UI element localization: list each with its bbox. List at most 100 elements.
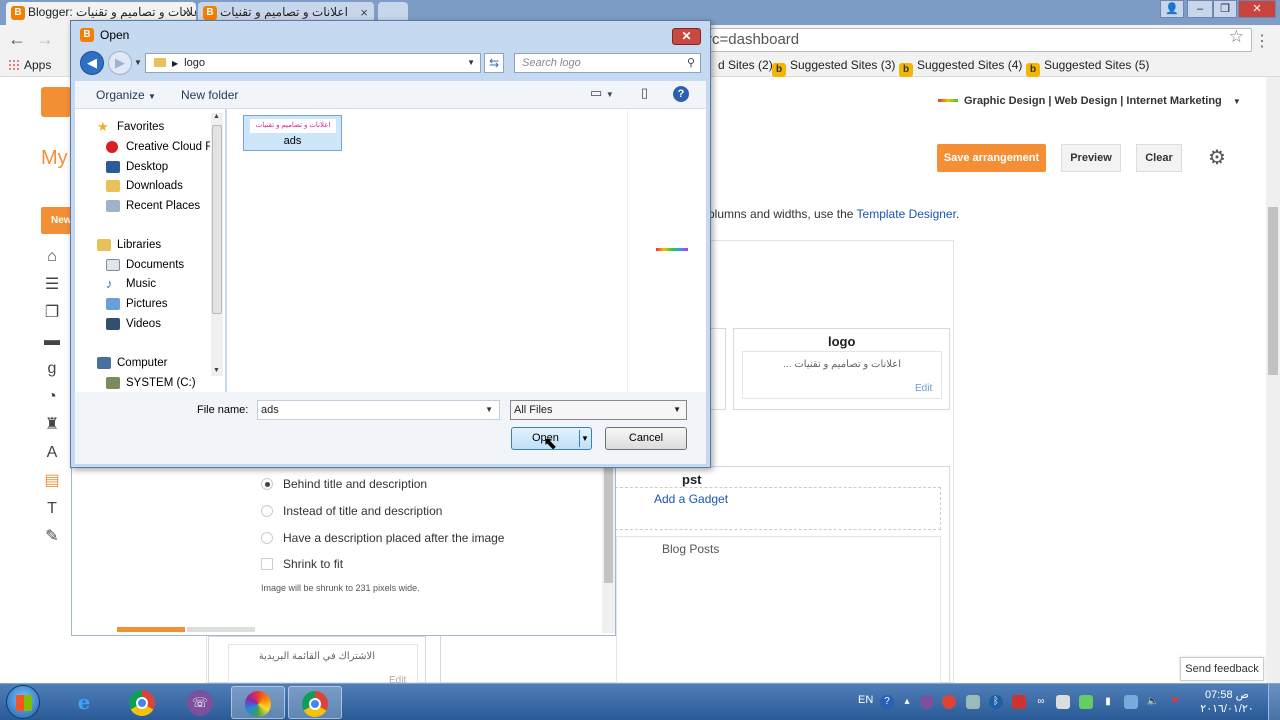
nav-recent-places[interactable]: Recent Places (126, 200, 200, 212)
gear-icon[interactable]: ⚙ (1208, 145, 1226, 170)
refresh-icon[interactable]: ⇆ (484, 53, 504, 73)
add-gadget-link[interactable]: Add a Gadget (654, 492, 728, 506)
preview-pane-icon[interactable]: ▯ (641, 85, 648, 101)
google-plus-icon[interactable]: g (42, 359, 62, 379)
flag-icon[interactable]: ⚑ (1168, 695, 1182, 709)
cancel-button[interactable]: Cancel (605, 427, 687, 450)
blog-posts-gadget[interactable]: Blog Posts (616, 536, 941, 683)
send-feedback-button[interactable]: Send feedback (1180, 657, 1264, 681)
save-arrangement-button[interactable]: Save arrangement (937, 144, 1046, 172)
page-scrollbar[interactable] (1266, 77, 1280, 683)
taskbar-picasa[interactable] (231, 686, 285, 719)
earnings-icon[interactable]: ♜ (42, 415, 62, 435)
taskbar-chrome[interactable] (115, 686, 169, 719)
search-input[interactable]: Search logo ⚲ (514, 53, 701, 73)
nav-pane-scrollbar[interactable]: ▲ ▼ (211, 113, 223, 376)
settings-wrench-icon[interactable]: ✎ (42, 527, 62, 547)
nav-scroll-thumb[interactable] (212, 125, 222, 314)
viber-tray-icon[interactable] (920, 695, 934, 709)
nav-libraries[interactable]: Libraries (117, 239, 161, 251)
open-options-dropdown-icon[interactable]: ▼ (581, 428, 589, 449)
file-item-ads[interactable]: اعلانات و تصاميم و تقنيات ads (243, 115, 342, 151)
save-tab-strip[interactable] (117, 627, 185, 632)
posts-icon[interactable]: ☰ (42, 275, 62, 295)
path-address-bar[interactable]: ▶ logo ▼ (145, 53, 481, 73)
bookmark-star-icon[interactable]: ☆ (1229, 27, 1244, 47)
logo-gadget-card[interactable]: اعلانات و تصاميم و تقنيات ... Edit (742, 351, 942, 399)
taskbar-clock[interactable]: 07:58 ص ٢٠١٦/٠١/٢٠ (1196, 688, 1258, 716)
taskbar-internet-explorer[interactable]: e (57, 686, 111, 719)
blogger-logo[interactable] (41, 87, 71, 117)
chrome-menu-icon[interactable]: ⋮ (1254, 31, 1270, 51)
minimize-button[interactable]: – (1187, 0, 1213, 18)
template-icon[interactable]: T (42, 499, 62, 519)
home-icon[interactable]: ⌂ (42, 247, 62, 267)
close-window-button[interactable]: ✕ (1238, 0, 1276, 18)
network-signal-icon[interactable]: ▮ (1101, 695, 1115, 709)
bookmark-suggested-2[interactable]: d Sites (2) (718, 58, 773, 72)
nav-creative-cloud[interactable]: Creative Cloud Fi (126, 141, 210, 153)
language-indicator[interactable]: EN (858, 694, 873, 706)
scroll-down-icon[interactable]: ▼ (213, 367, 220, 374)
taskbar-viber[interactable]: ☏ (173, 686, 227, 719)
show-desktop-button[interactable] (1268, 684, 1280, 720)
nav-favorites[interactable]: Favorites (117, 121, 164, 133)
nav-computer[interactable]: Computer (117, 357, 168, 369)
close-dialog-button[interactable]: ✕ (672, 28, 701, 45)
chevron-down-icon[interactable]: ▼ (485, 401, 493, 419)
start-button[interactable] (6, 685, 40, 719)
forward-arrow-icon[interactable]: → (36, 29, 54, 50)
forward-arrow-icon[interactable]: ▶ (108, 51, 132, 75)
link-icon[interactable]: ∞ (1034, 695, 1048, 709)
bluetooth-icon[interactable]: ᛒ (989, 695, 1003, 709)
display-icon[interactable] (966, 695, 980, 709)
campaigns-icon[interactable]: A (42, 443, 62, 463)
change-view-icon[interactable]: ▭ ▼ (590, 85, 614, 101)
apps-bookmark[interactable]: Apps (8, 58, 51, 72)
stats-icon[interactable]: ◔ (42, 387, 62, 407)
restore-button[interactable]: ❐ (1213, 0, 1237, 18)
keyboard-icon[interactable] (1056, 695, 1070, 709)
organize-menu[interactable]: Organize ▼ (96, 88, 156, 102)
pages-icon[interactable]: ❐ (42, 303, 62, 323)
nav-system-drive[interactable]: SYSTEM (C:) (126, 377, 196, 389)
my-blogs-label[interactable]: My (41, 147, 68, 170)
comments-icon[interactable]: ▬ (42, 331, 62, 351)
help-icon[interactable]: ? (880, 695, 894, 709)
logo-edit-link[interactable]: Edit (915, 383, 932, 394)
config-scroll-thumb[interactable] (604, 465, 613, 583)
nav-documents[interactable]: Documents (126, 259, 184, 271)
volume-icon[interactable]: 🔈 (1146, 695, 1160, 709)
page-scrollbar-thumb[interactable] (1268, 207, 1278, 375)
nav-desktop[interactable]: Desktop (126, 161, 168, 173)
nav-pictures[interactable]: Pictures (126, 298, 168, 310)
file-name-input[interactable]: ads ▼ (257, 400, 500, 420)
help-icon[interactable]: ? (673, 86, 689, 102)
subscribe-gadget[interactable]: الاشتراك في القائمة البريدية Edit (228, 644, 418, 686)
power-icon[interactable] (1079, 695, 1093, 709)
scroll-up-icon[interactable]: ▲ (213, 113, 220, 120)
nav-music[interactable]: Music (126, 278, 156, 290)
chrome-tray-icon[interactable] (942, 695, 956, 709)
cancel-tab-strip[interactable] (187, 627, 255, 632)
chevron-down-icon[interactable]: ▼ (467, 54, 475, 72)
layout-icon[interactable]: ▤ (42, 471, 62, 491)
back-arrow-icon[interactable]: ← (8, 29, 26, 50)
config-dialog-scrollbar[interactable] (602, 465, 615, 633)
template-designer-link[interactable]: Template Designer (857, 207, 956, 221)
placement-instead-radio[interactable] (261, 505, 273, 517)
shrink-to-fit-checkbox[interactable] (261, 558, 273, 570)
show-hidden-icons[interactable]: ▴ (900, 695, 914, 709)
preview-button[interactable]: Preview (1061, 144, 1121, 172)
security-icon[interactable] (1012, 695, 1026, 709)
nav-downloads[interactable]: Downloads (126, 180, 183, 192)
history-dropdown-icon[interactable]: ▼ (134, 58, 142, 67)
user-icon[interactable]: 👤 (1160, 0, 1184, 18)
bookmark-suggested-3[interactable]: b Suggested Sites (3) (772, 58, 895, 77)
back-arrow-icon[interactable]: ◀ (80, 51, 104, 75)
placement-behind-radio[interactable] (261, 478, 273, 490)
new-folder-button[interactable]: New folder (181, 88, 238, 102)
clear-button[interactable]: Clear (1136, 144, 1182, 172)
network-icon[interactable] (1124, 695, 1138, 709)
bookmark-suggested-4[interactable]: b Suggested Sites (4) (899, 58, 1022, 77)
